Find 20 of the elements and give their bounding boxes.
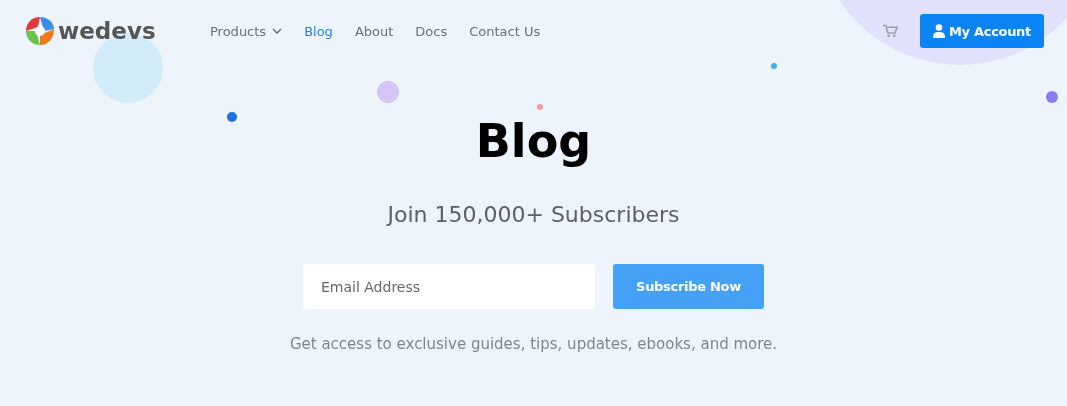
email-field[interactable]: Email Address (303, 264, 595, 309)
my-account-button[interactable]: My Account (919, 14, 1044, 48)
decorative-dot (377, 81, 399, 103)
nav-link[interactable]: Docs (415, 23, 448, 39)
nav-link[interactable]: Blog (304, 23, 333, 39)
decorative-dot (537, 104, 543, 110)
logo-wordmark[interactable]: wedevs (58, 18, 156, 44)
decorative-dot (771, 63, 777, 69)
decorative-dot (227, 112, 237, 122)
user-icon (932, 24, 945, 38)
nav-link[interactable]: Products (210, 23, 283, 39)
caret-icon (272, 28, 283, 34)
logo-icon[interactable] (24, 15, 56, 47)
page-title: Blog (475, 114, 592, 168)
nav-link[interactable]: About (354, 23, 394, 39)
decorative-dot (1046, 91, 1058, 103)
nav-link[interactable]: Contact Us (469, 23, 541, 39)
note-text: Get access to exclusive guides, tips, updates, ebooks, and more. (289, 335, 778, 353)
subscribers-heading: Join 150,000+ Subscribers (387, 201, 680, 229)
subscribe-button[interactable]: Subscribe Now (613, 264, 764, 309)
